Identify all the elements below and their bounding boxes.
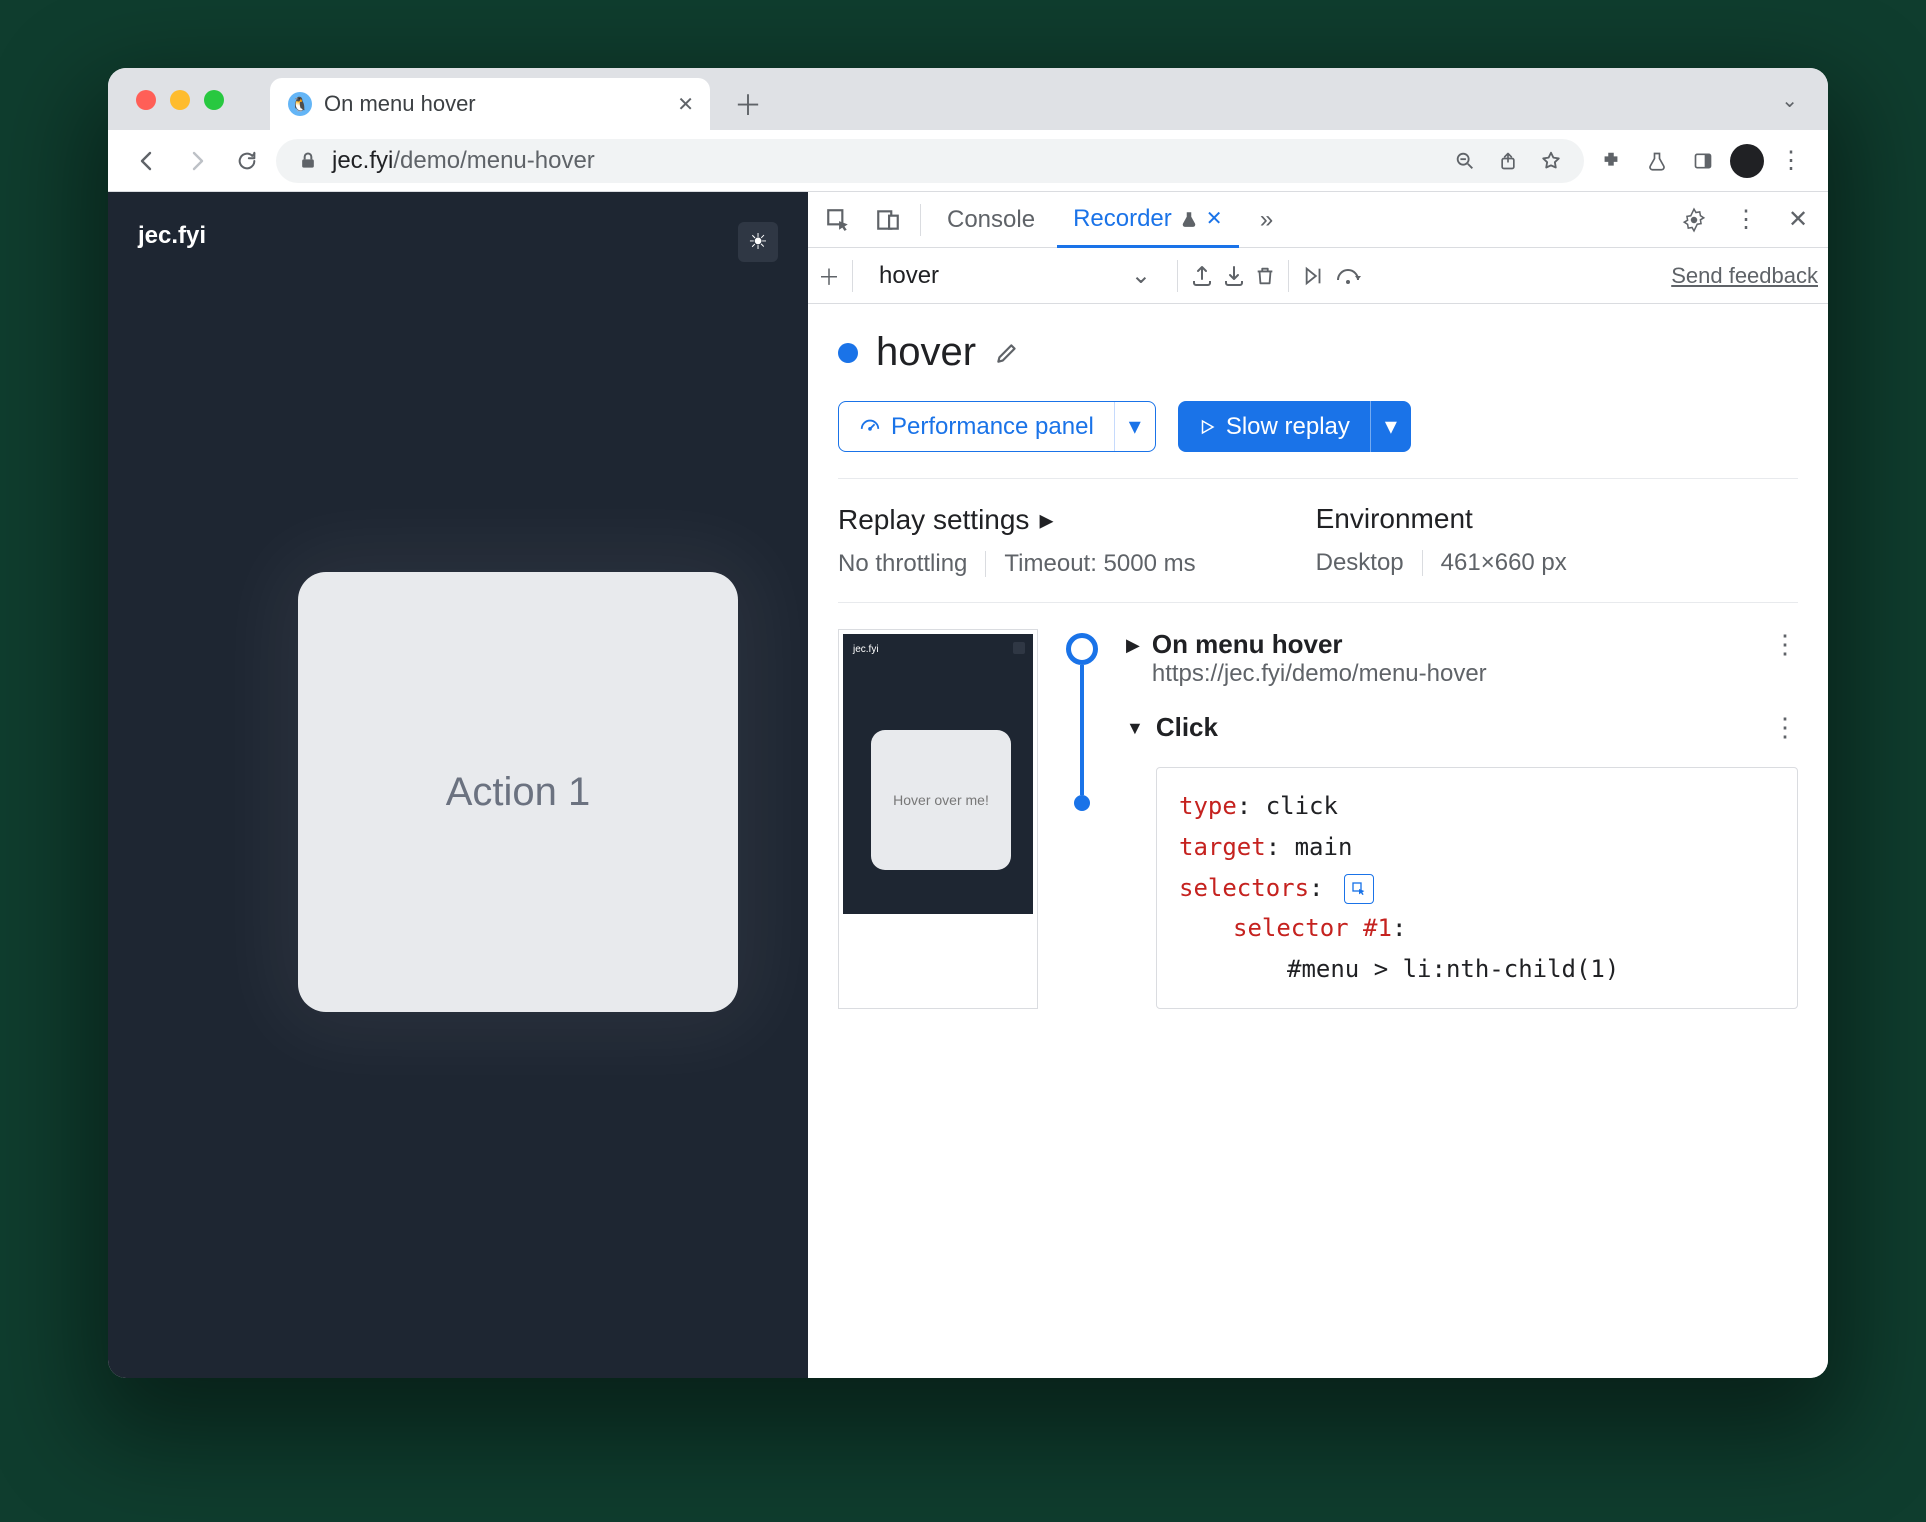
edit-title-icon[interactable] [994, 340, 1020, 366]
recording-title-row: hover [838, 330, 1798, 375]
address-bar[interactable]: jec.fyi/demo/menu-hover [276, 139, 1584, 183]
labs-icon[interactable] [1638, 142, 1676, 180]
step-list: ▶ On menu hover https://jec.fyi/demo/men… [1126, 629, 1798, 1009]
profile-avatar[interactable] [1730, 144, 1764, 178]
theme-toggle-button[interactable]: ☀ [738, 222, 778, 262]
timeline-start-icon [1066, 633, 1098, 665]
back-button[interactable] [126, 140, 168, 182]
reload-button[interactable] [226, 140, 268, 182]
send-feedback-link[interactable]: Send feedback [1671, 263, 1818, 289]
step-menu-icon[interactable]: ⋮ [1772, 712, 1798, 743]
selector-value: #menu > li:nth-child(1) [1179, 949, 1775, 990]
minimize-window-button[interactable] [170, 90, 190, 110]
recording-select[interactable]: hover ⌄ [865, 261, 1165, 290]
settings-gear-icon[interactable] [1672, 198, 1716, 242]
collapse-icon[interactable]: ▼ [1126, 718, 1144, 739]
recorder-toolbar: ＋ hover ⌄ Send feedback [808, 248, 1828, 304]
replay-settings-title[interactable]: Replay settings ▸ [838, 503, 1196, 536]
device-toolbar-icon[interactable] [866, 198, 910, 242]
close-tab-icon[interactable]: ✕ [677, 92, 694, 117]
environment-title: Environment [1316, 503, 1567, 535]
new-tab-button[interactable]: ＋ [728, 84, 768, 124]
browser-tab[interactable]: 🐧 On menu hover ✕ [270, 78, 710, 130]
env-device: Desktop [1316, 549, 1404, 577]
step-play-icon[interactable] [1301, 265, 1327, 287]
star-icon[interactable] [1540, 150, 1562, 172]
content-area: jec.fyi ☀ Action 1 Console Recorder ✕ » [108, 192, 1828, 1378]
titlebar: 🐧 On menu hover ✕ ＋ ⌄ [108, 68, 1828, 130]
browser-window: 🐧 On menu hover ✕ ＋ ⌄ jec.fyi/demo/menu-… [108, 68, 1828, 1378]
omnibox-actions [1454, 150, 1562, 172]
step-url: https://jec.fyi/demo/menu-hover [1152, 660, 1487, 688]
maximize-window-button[interactable] [204, 90, 224, 110]
perf-dropdown-icon[interactable]: ▾ [1114, 402, 1155, 451]
flask-icon [1180, 210, 1198, 228]
new-recording-button[interactable]: ＋ [818, 260, 840, 292]
recorder-body: hover Performance panel ▾ [808, 304, 1828, 1035]
recording-status-dot [838, 343, 858, 363]
devtools-tabstrip: Console Recorder ✕ » ⋮ ✕ [808, 192, 1828, 248]
replay-dropdown-icon[interactable]: ▾ [1370, 401, 1411, 452]
tab-console[interactable]: Console [931, 192, 1051, 247]
throttling-value: No throttling [838, 550, 967, 578]
pick-selector-icon[interactable] [1344, 874, 1374, 904]
step-title: On menu hover [1152, 629, 1487, 660]
window-controls [136, 90, 224, 110]
delete-icon[interactable] [1254, 264, 1276, 288]
chevron-right-icon: ▸ [1039, 503, 1053, 536]
recording-title: hover [876, 330, 976, 375]
step-click-title: Click [1156, 712, 1218, 743]
step-click[interactable]: ▼ Click ⋮ [1126, 712, 1798, 743]
close-devtools-icon[interactable]: ✕ [1776, 198, 1820, 242]
step-over-icon[interactable] [1335, 266, 1363, 286]
import-icon[interactable] [1222, 264, 1246, 288]
gauge-icon [859, 416, 881, 438]
favicon-icon: 🐧 [288, 92, 312, 116]
webpage-pane: jec.fyi ☀ Action 1 [108, 192, 808, 1378]
close-panel-icon[interactable]: ✕ [1206, 206, 1223, 231]
tabs-dropdown-icon[interactable]: ⌄ [1781, 88, 1798, 113]
browser-menu-icon[interactable]: ⋮ [1772, 142, 1810, 180]
browser-toolbar: jec.fyi/demo/menu-hover ⋮ [108, 130, 1828, 192]
extensions-icon[interactable] [1592, 142, 1630, 180]
step-menu-icon[interactable]: ⋮ [1772, 629, 1798, 660]
tab-title: On menu hover [324, 91, 476, 117]
zoom-icon[interactable] [1454, 150, 1476, 172]
card-label: Action 1 [446, 770, 591, 815]
inspect-element-icon[interactable] [816, 198, 860, 242]
timeout-value: Timeout: 5000 ms [1004, 550, 1195, 578]
action-buttons: Performance panel ▾ Slow replay ▾ [838, 401, 1798, 452]
timeline-step-icon [1074, 795, 1090, 811]
page-brand: jec.fyi [138, 222, 778, 250]
play-icon [1198, 418, 1216, 436]
env-size: 461×660 px [1441, 549, 1567, 577]
share-icon[interactable] [1498, 151, 1518, 171]
screenshot-thumbnail[interactable]: jec.fyi Hover over me! [838, 629, 1038, 1009]
timeline [1062, 629, 1102, 1009]
devtools-pane: Console Recorder ✕ » ⋮ ✕ ＋ hover [808, 192, 1828, 1378]
url-host: jec.fyi [332, 147, 393, 174]
performance-panel-button[interactable]: Performance panel ▾ [838, 401, 1156, 452]
step-details[interactable]: type: click target: main selectors: sele… [1156, 767, 1798, 1009]
slow-replay-button[interactable]: Slow replay ▾ [1178, 401, 1411, 452]
export-icon[interactable] [1190, 264, 1214, 288]
sidepanel-icon[interactable] [1684, 142, 1722, 180]
lock-icon [298, 151, 318, 171]
chevron-down-icon: ⌄ [1131, 261, 1151, 290]
tab-recorder[interactable]: Recorder ✕ [1057, 193, 1238, 248]
more-tabs-icon[interactable]: » [1245, 198, 1289, 242]
steps-section: jec.fyi Hover over me! ▶ [838, 629, 1798, 1009]
settings-section: Replay settings ▸ No throttling Timeout:… [838, 478, 1798, 603]
close-window-button[interactable] [136, 90, 156, 110]
devtools-menu-icon[interactable]: ⋮ [1724, 198, 1768, 242]
url-path: /demo/menu-hover [393, 147, 594, 174]
menu-card[interactable]: Action 1 [298, 572, 738, 1012]
expand-icon[interactable]: ▶ [1126, 635, 1140, 656]
forward-button[interactable] [176, 140, 218, 182]
step-navigate[interactable]: ▶ On menu hover https://jec.fyi/demo/men… [1126, 629, 1798, 688]
